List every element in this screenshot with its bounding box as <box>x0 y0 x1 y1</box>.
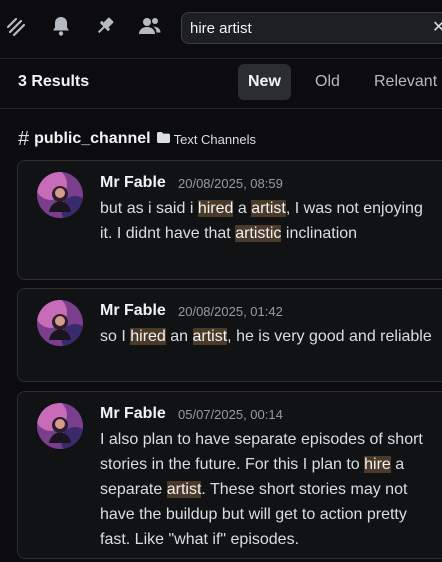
search-highlight: hired <box>130 328 166 345</box>
search-highlight: artistic <box>235 225 282 242</box>
sort-tab-relevant[interactable]: Relevant <box>364 64 442 100</box>
results-divider <box>0 108 442 109</box>
bell-icon[interactable] <box>48 13 74 39</box>
message-author[interactable]: Mr Fable <box>100 404 166 424</box>
search-result-card[interactable]: Mr Fable 20/08/2025, 01:42 so I hired an… <box>17 288 442 382</box>
message-author[interactable]: Mr Fable <box>100 173 166 193</box>
toolbar-divider <box>0 58 442 59</box>
folder-icon <box>156 130 170 148</box>
search-result-card[interactable]: Mr Fable 05/07/2025, 00:14 I also plan t… <box>17 391 442 559</box>
search-highlight: hired <box>197 200 234 217</box>
sort-tab-old[interactable]: Old <box>305 64 350 100</box>
message-text: a <box>233 200 252 217</box>
search-box[interactable]: ✕ <box>181 12 442 44</box>
top-toolbar: ✕ <box>0 0 442 58</box>
message-timestamp: 05/07/2025, 00:14 <box>178 407 283 422</box>
search-input[interactable] <box>190 13 430 43</box>
avatar[interactable] <box>37 300 83 346</box>
avatar[interactable] <box>37 403 83 449</box>
message-timestamp: 20/08/2025, 08:59 <box>178 176 283 191</box>
message-text: but as i said i <box>100 200 198 217</box>
search-result-card[interactable]: Mr Fable 20/08/2025, 08:59 but as i said… <box>17 160 442 280</box>
search-highlight: artist <box>166 481 202 498</box>
message-content: so I hired an artist, he is very good an… <box>100 324 436 349</box>
message-author[interactable]: Mr Fable <box>100 301 166 321</box>
message-content: I also plan to have separate episodes of… <box>100 427 436 552</box>
threads-icon[interactable] <box>2 13 28 39</box>
message-text: an <box>165 328 193 345</box>
members-icon[interactable] <box>137 13 163 39</box>
message-text: so I <box>100 328 131 345</box>
channel-header[interactable]: # public_channel Text Channels <box>18 128 256 150</box>
hash-icon: # <box>18 128 30 150</box>
search-highlight: artist <box>192 328 228 345</box>
pin-icon[interactable] <box>92 13 118 39</box>
channel-name: public_channel <box>34 130 151 147</box>
search-highlight: hire <box>364 456 391 473</box>
sort-tab-new[interactable]: New <box>238 64 291 100</box>
search-highlight: artist <box>251 200 286 217</box>
message-timestamp: 20/08/2025, 01:42 <box>178 304 283 319</box>
message-text: , he is very good and reliable <box>227 328 432 345</box>
avatar[interactable] <box>37 172 83 218</box>
results-count: 3 Results <box>18 73 90 90</box>
message-content: but as i said i hired a artist, I was no… <box>100 196 436 246</box>
clear-search-icon[interactable]: ✕ <box>432 19 442 37</box>
message-text: inclination <box>281 225 358 242</box>
channel-category: Text Channels <box>173 131 256 147</box>
